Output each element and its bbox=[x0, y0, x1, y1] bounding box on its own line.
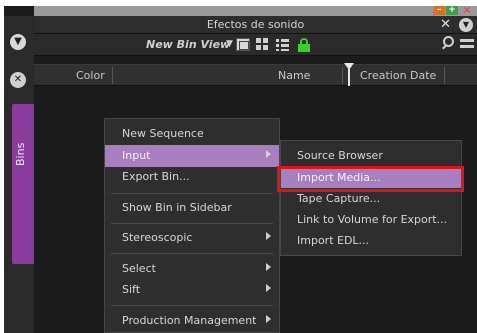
close-icon[interactable]: ✕ bbox=[440, 17, 451, 32]
column-name[interactable]: Name bbox=[278, 69, 310, 82]
menu-item-sift[interactable]: Sift bbox=[105, 279, 279, 301]
window-title: Efectos de sonido bbox=[206, 18, 305, 31]
submenu-item-label: Link to Volume for Export... bbox=[297, 213, 448, 226]
menu-icon[interactable] bbox=[460, 39, 474, 50]
title-bar: Efectos de sonido ✕ ▼ bbox=[34, 16, 477, 34]
input-submenu: Source Browser Import Media... Tape Capt… bbox=[280, 140, 462, 256]
menu-item-label: Select bbox=[122, 262, 156, 275]
circle-x-icon[interactable]: ✕ bbox=[10, 72, 26, 88]
lock-icon[interactable] bbox=[297, 38, 311, 52]
frame-view-icon[interactable] bbox=[236, 38, 250, 51]
menu-item-label: Production Management bbox=[122, 314, 257, 327]
context-menu: New Sequence Input Export Bin... Show Bi… bbox=[104, 118, 280, 333]
search-icon[interactable] bbox=[441, 36, 455, 50]
grid-view-icon[interactable] bbox=[256, 38, 270, 51]
submenu-item-label: Tape Capture... bbox=[297, 192, 381, 205]
column-creation-date[interactable]: Creation Date bbox=[360, 69, 436, 82]
menu-separator bbox=[111, 193, 273, 194]
bins-tab[interactable] bbox=[12, 104, 34, 264]
maximize-button[interactable]: + bbox=[446, 6, 458, 15]
menu-item-new-sequence[interactable]: New Sequence bbox=[105, 123, 279, 145]
menu-separator bbox=[111, 253, 273, 254]
chevron-down-icon[interactable]: ▼ bbox=[459, 18, 473, 32]
circle-chevron-down-icon[interactable]: ▼ bbox=[10, 34, 26, 50]
window-top-strip: – + × bbox=[34, 6, 477, 16]
column-pin-icon[interactable] bbox=[344, 63, 354, 87]
menu-item-stereoscopic[interactable]: Stereoscopic bbox=[105, 227, 279, 249]
menu-item-label: Stereoscopic bbox=[122, 231, 193, 244]
menu-item-select[interactable]: Select bbox=[105, 258, 279, 280]
submenu-arrow-icon bbox=[266, 315, 271, 323]
dropdown-arrow-icon[interactable]: ▼ bbox=[226, 39, 233, 49]
submenu-arrow-icon bbox=[266, 232, 271, 240]
submenu-item-label: Import EDL... bbox=[297, 234, 370, 247]
menu-item-production-management[interactable]: Production Management bbox=[105, 310, 279, 332]
column-header: Color Name Creation Date bbox=[34, 63, 477, 87]
menu-item-label: Export Bin... bbox=[122, 170, 190, 183]
minimize-button[interactable]: – bbox=[433, 6, 445, 15]
column-divider[interactable] bbox=[342, 67, 343, 84]
submenu-arrow-icon bbox=[266, 263, 271, 271]
menu-item-export-bin[interactable]: Export Bin... bbox=[105, 166, 279, 188]
bins-tab-label: Bins bbox=[14, 142, 27, 166]
column-color[interactable]: Color bbox=[76, 69, 105, 82]
menu-separator bbox=[111, 223, 273, 224]
window-close-button[interactable]: × bbox=[461, 6, 473, 16]
highlight-annotation-box bbox=[277, 166, 464, 192]
column-divider[interactable] bbox=[112, 67, 113, 84]
menu-item-label: Sift bbox=[122, 283, 141, 296]
bin-toolbar: New Bin View ▼ bbox=[34, 34, 477, 56]
menu-item-label: New Sequence bbox=[122, 127, 204, 140]
list-view-icon[interactable] bbox=[276, 38, 290, 51]
submenu-item-link-to-volume[interactable]: Link to Volume for Export... bbox=[281, 209, 461, 230]
left-rail: ▼ ✕ Bins bbox=[4, 16, 34, 333]
bin-view-dropdown[interactable]: New Bin View bbox=[146, 38, 230, 51]
menu-item-input[interactable]: Input bbox=[105, 145, 279, 167]
submenu-item-source-browser[interactable]: Source Browser bbox=[281, 145, 461, 166]
submenu-arrow-icon bbox=[266, 150, 271, 158]
column-divider[interactable] bbox=[444, 67, 445, 84]
menu-separator bbox=[111, 305, 273, 306]
submenu-item-label: Source Browser bbox=[297, 149, 383, 162]
menu-item-label: Input bbox=[122, 149, 151, 162]
menu-item-show-bin-in-sidebar[interactable]: Show Bin in Sidebar bbox=[105, 197, 279, 219]
menu-item-label: Show Bin in Sidebar bbox=[122, 201, 232, 214]
submenu-arrow-icon bbox=[266, 284, 271, 292]
submenu-item-import-edl[interactable]: Import EDL... bbox=[281, 230, 461, 251]
